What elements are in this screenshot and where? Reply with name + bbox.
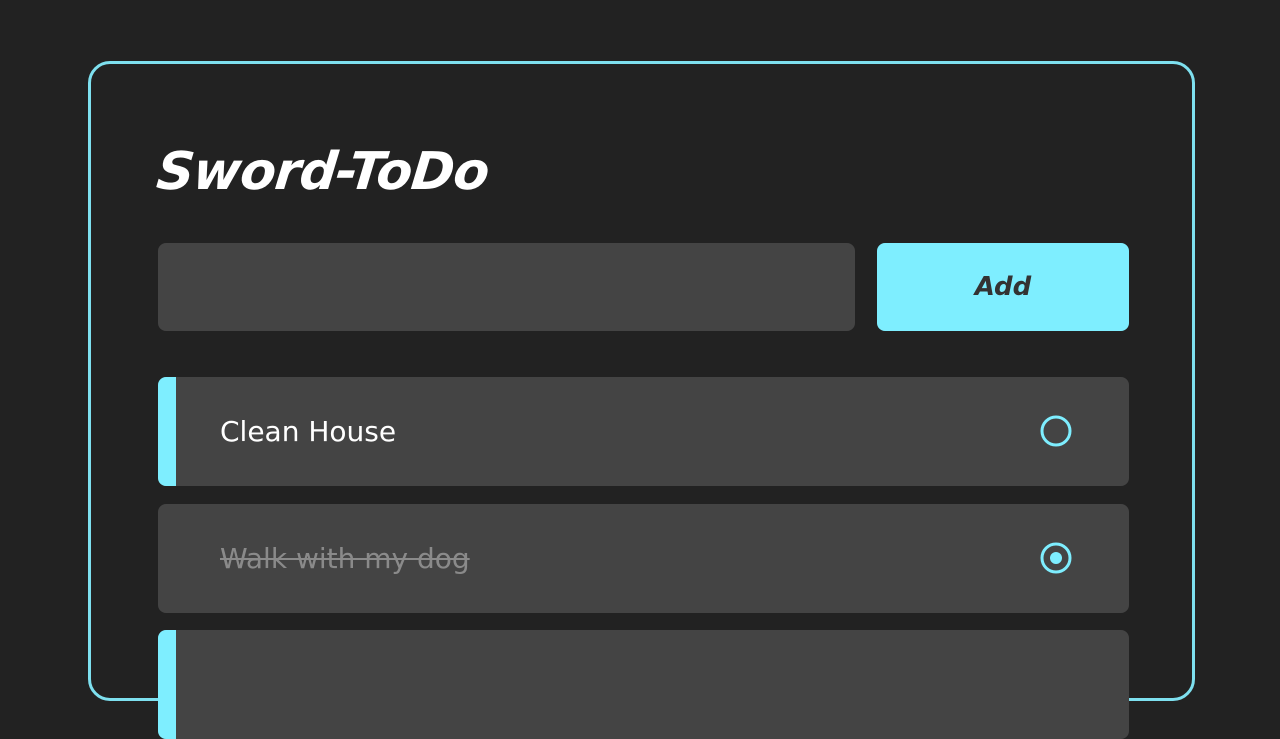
todo-accent-bar bbox=[158, 377, 176, 486]
todo-item: Clean House bbox=[158, 377, 1129, 486]
radio-unchecked-icon[interactable] bbox=[1038, 413, 1074, 449]
new-task-input[interactable] bbox=[158, 243, 855, 331]
todo-accent-bar bbox=[158, 630, 176, 739]
app-title: Sword-ToDo bbox=[153, 142, 492, 202]
todo-item-text: Walk with my dog bbox=[220, 542, 470, 575]
todo-item bbox=[158, 630, 1129, 739]
todo-item-text: Clean House bbox=[220, 415, 397, 448]
radio-checked-icon[interactable] bbox=[1038, 540, 1074, 576]
todo-item: Walk with my dog bbox=[158, 504, 1129, 613]
add-button[interactable]: Add bbox=[877, 243, 1129, 331]
